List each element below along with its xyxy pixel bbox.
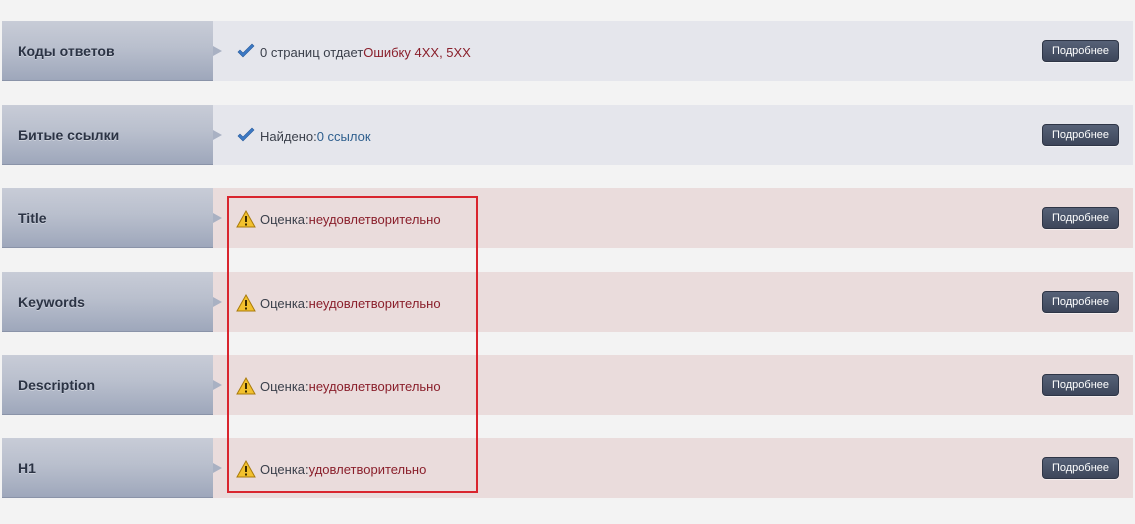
audit-row-keywords: Keywords Оценка: неудовлетворительно Под…: [2, 272, 1133, 332]
audit-row-response-codes: Коды ответов 0 страниц отдает Ошибку 4XX…: [2, 21, 1133, 81]
row-label-box: Keywords: [2, 272, 222, 332]
details-button[interactable]: Подробнее: [1041, 457, 1119, 479]
details-button[interactable]: Подробнее: [1041, 124, 1119, 146]
row-label: Коды ответов: [18, 43, 115, 59]
row-label-box: Коды ответов: [2, 21, 222, 81]
row-label: Битые ссылки: [18, 127, 120, 143]
row-label-box: Битые ссылки: [2, 105, 222, 165]
status-value: Ошибку 4XX, 5XX: [363, 44, 471, 60]
audit-row-description: Description Оценка: неудовлетворительно …: [2, 355, 1133, 415]
row-label: H1: [18, 460, 36, 476]
details-button[interactable]: Подробнее: [1041, 291, 1119, 313]
audit-row-h1: H1 Оценка: удовлетворительно Подробнее: [2, 438, 1133, 498]
details-button[interactable]: Подробнее: [1041, 40, 1119, 62]
row-label-box: Title: [2, 188, 222, 248]
highlight-box: [227, 196, 478, 493]
audit-row-broken-links: Битые ссылки Найдено: 0 ссылок Подробнее: [2, 105, 1133, 165]
status-text: 0 страниц отдает: [260, 44, 364, 60]
status-value: 0 ссылок: [316, 128, 371, 144]
row-status: 0 страниц отдает Ошибку 4XX, 5XX: [236, 43, 471, 61]
row-label: Description: [18, 377, 96, 393]
row-label-box: H1: [2, 438, 222, 498]
status-text: Найдено:: [260, 128, 317, 144]
audit-panel: Коды ответов 0 страниц отдает Ошибку 4XX…: [0, 0, 1135, 524]
check-icon: [237, 43, 255, 58]
details-button[interactable]: Подробнее: [1041, 207, 1119, 229]
check-icon: [237, 127, 255, 142]
details-button[interactable]: Подробнее: [1041, 374, 1119, 396]
audit-row-title: Title Оценка: неудовлетворительно Подроб…: [2, 188, 1133, 248]
row-label: Title: [18, 210, 47, 226]
row-status: Найдено: 0 ссылок: [236, 127, 371, 145]
row-label-box: Description: [2, 355, 222, 415]
row-label: Keywords: [18, 294, 85, 310]
